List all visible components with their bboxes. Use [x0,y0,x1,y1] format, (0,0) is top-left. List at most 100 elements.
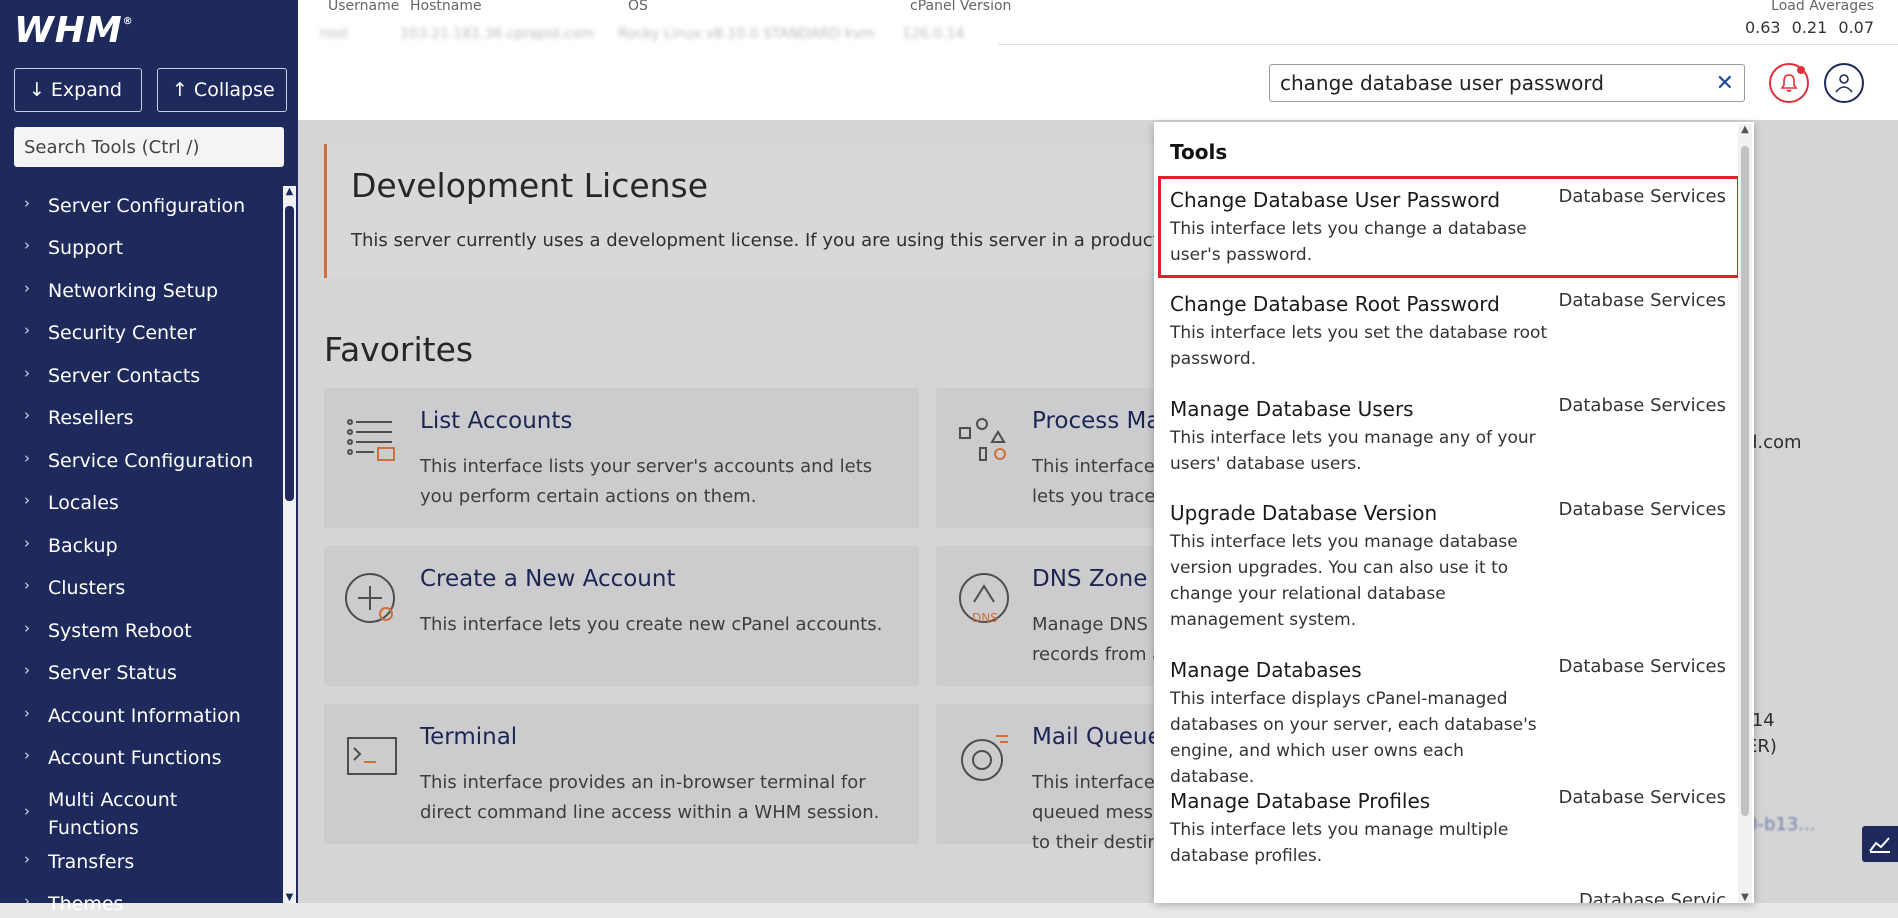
favorite-card-create-account[interactable]: Create a New Account This interface lets… [324,546,919,686]
chevron-right-icon: › [24,194,30,212]
whm-logo[interactable]: WHM® [14,10,134,51]
favorite-card-list-accounts[interactable]: List Accounts This interface lists your … [324,388,919,528]
scrollbar-thumb[interactable] [1741,146,1749,816]
result-name: Change Database User Password [1170,188,1501,212]
result-partial[interactable]: Database Servic [1160,882,1738,903]
scroll-down-arrow-icon[interactable]: ▼ [283,892,296,903]
sidebar-item-server-configuration[interactable]: › Server Configuration [24,192,245,220]
svg-text:DNS: DNS [972,611,998,625]
chevron-right-icon: › [24,661,30,679]
sidebar-item-backup[interactable]: › Backup [24,532,118,560]
notifications-bell-icon[interactable] [1769,63,1809,103]
card-title: Create a New Account [420,566,676,592]
sidebar-item-label: Transfers [48,851,135,873]
chevron-right-icon: › [24,364,30,382]
scroll-up-arrow-icon[interactable]: ▲ [1738,124,1752,135]
sidebar-item-themes[interactable]: › Themes [24,890,123,918]
chevron-right-icon: › [24,576,30,594]
result-desc: This interface lets you manage database … [1170,532,1518,630]
favorites-title: Favorites [324,330,474,369]
chevron-right-icon: › [24,321,30,339]
sidebar-item-label: Locales [48,492,119,514]
logo-text: WHM [14,10,123,51]
sidebar-item-locales[interactable]: › Locales [24,489,119,517]
sidebar-item-label: Clusters [48,577,126,599]
sidebar-item-label: Security Center [48,322,197,344]
sidebar-item-label: System Reboot [48,620,192,642]
sidebar: WHM® ↓ Expand ↑ Collapse Search Tools (Ctr… [0,0,298,915]
search-placeholder: Search Tools (Ctrl /) [24,136,200,158]
chevron-right-icon: › [24,850,30,868]
result-category: Database Services [1558,395,1726,416]
result-manage-database-profiles[interactable]: Manage Database Profiles This interface … [1160,779,1738,879]
sidebar-item-server-contacts[interactable]: › Server Contacts [24,362,200,390]
sidebar-scrollbar[interactable]: ▲ ▼ [283,186,296,903]
result-desc: This interface displays cPanel-managed d… [1170,689,1537,787]
hostname-value: 103.21.181.36.cprapid.com [400,26,594,42]
right-fragment: d.com [1746,432,1802,453]
sidebar-item-label: Account Functions [48,747,222,769]
sidebar-item-label: Service Configuration [48,450,254,472]
hostname-label: Hostname [410,0,482,14]
sidebar-item-label: Networking Setup [48,280,219,302]
sidebar-item-label: Support [48,237,124,259]
chevron-right-icon: › [24,449,30,467]
chevron-right-icon: › [24,619,30,637]
result-category: Database Services [1558,186,1726,207]
sidebar-item-server-status[interactable]: › Server Status [24,659,177,687]
clear-search-icon[interactable]: ✕ [1716,71,1734,96]
tool-search-input[interactable]: change database user password ✕ [1269,64,1745,102]
favorite-card-terminal[interactable]: Terminal This interface provides an in-b… [324,704,919,844]
scrollbar-thumb[interactable] [285,206,294,501]
chevron-right-icon: › [24,534,30,552]
expand-label: Expand [50,79,122,101]
sidebar-item-resellers[interactable]: › Resellers [24,404,134,432]
sidebar-item-label: Account Information [48,705,241,727]
result-manage-database-users[interactable]: Manage Database Users This interface let… [1160,387,1738,487]
os-label: OS [628,0,648,14]
chart-icon[interactable] [1862,826,1898,862]
card-desc: This interface lists your server's accou… [420,456,873,507]
sidebar-item-account-information[interactable]: › Account Information [24,702,241,730]
card-desc: This interface provides an in-browser te… [420,772,880,823]
sidebar-item-clusters[interactable]: › Clusters [24,574,125,602]
chevron-right-icon: › [24,491,30,509]
sidebar-item-support[interactable]: › Support [24,234,123,262]
list-icon [344,414,400,470]
right-fragment: 0-b13... [1746,814,1816,835]
cpanel-version-label: cPanel Version [910,0,1012,14]
result-category: Database Servic [1578,890,1726,903]
result-name: Manage Database Users [1170,397,1414,421]
sidebar-item-label: Backup [48,535,118,557]
scroll-up-arrow-icon[interactable]: ▲ [283,186,296,197]
chevron-right-icon: › [24,236,30,254]
chevron-right-icon: › [24,406,30,424]
result-category: Database Services [1558,656,1726,677]
sidebar-item-label: Multi Account Functions [48,789,178,839]
collapse-button[interactable]: ↑ Collapse [157,68,287,112]
dropdown-scrollbar[interactable]: ▲ ▼ [1738,124,1752,903]
sidebar-item-service-configuration[interactable]: › Service Configuration [24,447,253,475]
result-change-database-user-password[interactable]: Change Database User Password This inter… [1158,176,1740,278]
sidebar-item-security-center[interactable]: › Security Center [24,319,196,347]
result-upgrade-database-version[interactable]: Upgrade Database Version This interface … [1160,491,1738,641]
arrow-up-icon: ↑ [172,79,188,101]
sidebar-item-account-functions[interactable]: › Account Functions [24,744,221,772]
sidebar-item-label: Themes [48,893,124,915]
sidebar-search-input[interactable]: Search Tools (Ctrl /) [14,127,284,167]
sidebar-item-label: Server Contacts [48,365,201,387]
result-manage-databases[interactable]: Manage Databases This interface displays… [1160,648,1738,787]
card-title: List Accounts [420,408,573,434]
card-title: Terminal [420,724,518,750]
sidebar-item-label: Server Status [48,662,177,684]
sidebar-item-multi-account-functions[interactable]: › Multi Account Functions [24,786,224,842]
result-change-database-root-password[interactable]: Change Database Root Password This inter… [1160,282,1738,382]
user-account-icon[interactable] [1824,63,1864,103]
sidebar-item-transfers[interactable]: › Transfers [24,848,134,876]
process-icon [956,414,1012,470]
arrow-down-icon: ↓ [29,79,45,101]
expand-button[interactable]: ↓ Expand [14,68,142,112]
sidebar-item-system-reboot[interactable]: › System Reboot [24,617,192,645]
sidebar-item-networking-setup[interactable]: › Networking Setup [24,277,218,305]
scroll-down-arrow-icon[interactable]: ▼ [1738,892,1752,903]
